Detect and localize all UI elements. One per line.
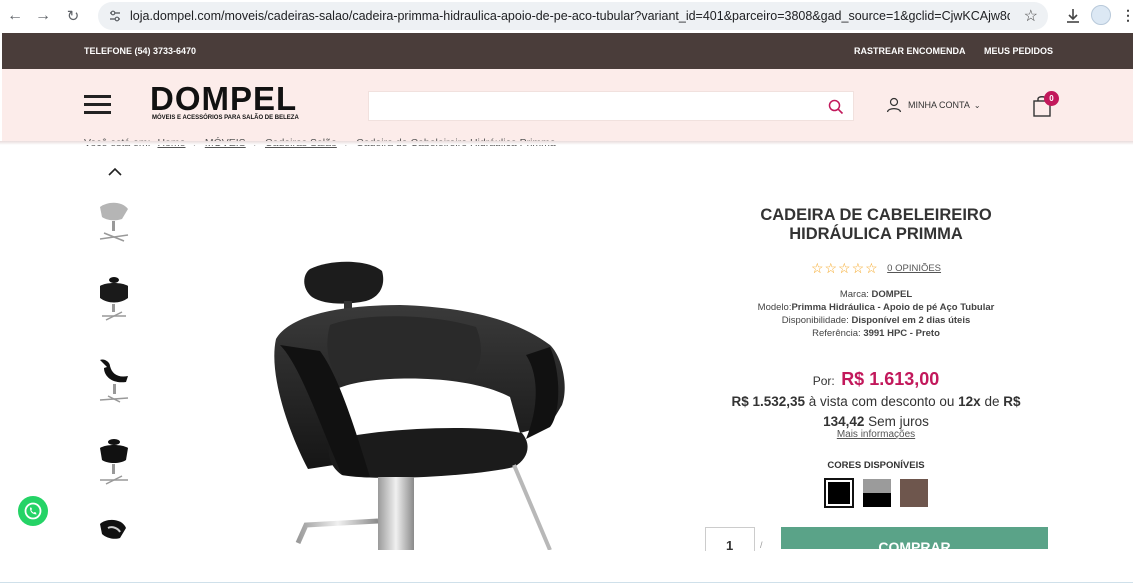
page-bottom-divider <box>0 582 1133 583</box>
logo-text: DOMPEL <box>150 80 298 117</box>
installments-of: de <box>984 394 1000 409</box>
thumbnail-up-arrow-icon[interactable] <box>107 165 123 177</box>
brand-label: Marca: <box>839 289 869 300</box>
color-swatch-black[interactable] <box>824 478 854 508</box>
thumbnail-4[interactable] <box>86 436 142 492</box>
colors-title: CORES DISPONÍVEIS <box>827 460 925 471</box>
color-swatch-gray-black[interactable] <box>863 479 891 507</box>
back-icon[interactable]: ← <box>4 5 26 27</box>
installments-count: 12x <box>958 394 981 409</box>
account-label: MINHA CONTA <box>908 100 970 110</box>
reload-icon[interactable]: ↻ <box>62 5 84 27</box>
reference-value: 3991 HPC - Preto <box>863 328 940 339</box>
product-main-image[interactable] <box>250 255 590 550</box>
installments-text: R$ 1.532,35 à vista com desconto ou 12x … <box>714 392 1038 432</box>
quantity-input[interactable]: 1 <box>705 527 755 551</box>
availability-label: Disponibilidade: <box>781 315 849 326</box>
browser-menu-icon[interactable]: ⋮ <box>1121 5 1133 25</box>
buy-button-label: COMPRAR <box>878 539 951 549</box>
top-info-bar: TELEFONE (54) 3733-6470 RASTREAR ENCOMEN… <box>2 33 1133 69</box>
star-rating-icon[interactable]: ☆☆☆☆☆ <box>811 260 879 276</box>
thumbnail-3[interactable] <box>86 354 142 410</box>
browser-toolbar: ← → ↻ loja.dompel.com/moveis/cadeiras-sa… <box>0 0 1133 33</box>
thumbnail-1[interactable] <box>86 193 142 249</box>
address-bar[interactable]: loja.dompel.com/moveis/cadeiras-salao/ca… <box>98 2 1048 30</box>
availability-value: Disponível em 2 dias úteis <box>851 315 971 326</box>
hamburger-menu-icon[interactable] <box>84 95 111 115</box>
bookmark-star-icon[interactable]: ☆ <box>1024 6 1038 26</box>
user-icon <box>886 97 902 113</box>
chevron-down-icon: ⌄ <box>973 100 981 110</box>
cart-count-badge: 0 <box>1044 91 1059 106</box>
logo-tagline: MÓVEIS E ACESSÓRIOS PARA SALÃO DE BELEZA <box>152 115 299 121</box>
reference-label: Referência: <box>812 328 861 339</box>
more-info-link[interactable]: Mais informações <box>700 429 1052 440</box>
model-line: Modelo:Primma Hidráulica - Apoio de pé A… <box>700 302 1052 313</box>
thumbnail-5[interactable] <box>86 514 142 548</box>
url-text: loja.dompel.com/moveis/cadeiras-salao/ca… <box>130 9 1010 23</box>
quantity-value: 1 <box>726 538 734 551</box>
thumbnail-2[interactable] <box>86 272 142 328</box>
forward-icon[interactable]: → <box>32 5 54 27</box>
price-prefix: Por: <box>812 374 835 388</box>
installment-suffix: Sem juros <box>868 414 929 429</box>
account-menu[interactable]: MINHA CONTA ⌄ <box>886 95 981 115</box>
reviews-link[interactable]: 0 OPINIÕES <box>887 263 941 274</box>
buy-button[interactable]: COMPRAR <box>781 527 1048 549</box>
whatsapp-button[interactable] <box>18 496 48 526</box>
reference-line: Referência: 3991 HPC - Preto <box>700 328 1052 339</box>
my-orders-link[interactable]: MEUS PEDIDOS <box>984 46 1053 56</box>
phone-text: TELEFONE (54) 3733-6470 <box>84 46 197 56</box>
price-value: R$ 1.613,00 <box>841 369 940 389</box>
site-header: DOMPEL MÓVEIS E ACESSÓRIOS PARA SALÃO DE… <box>2 69 1133 141</box>
brand-line: Marca: DOMPEL <box>700 289 1052 300</box>
quantity-separator: / <box>760 540 763 550</box>
header-shadow <box>0 141 1133 145</box>
site-info-icon[interactable] <box>108 9 122 23</box>
brand-value: DOMPEL <box>871 289 913 300</box>
search-bar <box>368 91 854 121</box>
product-title: CADEIRA DE CABELEIREIRO HIDRÁULICA PRIMM… <box>760 206 992 243</box>
site-logo[interactable]: DOMPEL MÓVEIS E ACESSÓRIOS PARA SALÃO DE… <box>150 80 320 127</box>
discount-price: R$ 1.532,35 <box>731 394 806 409</box>
profile-avatar-icon[interactable] <box>1091 5 1111 25</box>
model-value: Primma Hidráulica - Apoio de pé Aço Tubu… <box>791 302 995 313</box>
color-swatch-brown[interactable] <box>900 479 928 507</box>
cart-button[interactable]: 0 <box>1032 91 1062 121</box>
availability-line: Disponibilidade: Disponível em 2 dias út… <box>700 315 1052 326</box>
download-icon[interactable] <box>1064 7 1082 25</box>
discount-text: à vista com desconto ou <box>808 394 955 409</box>
price-row: Por: R$ 1.613,00 <box>700 369 1052 390</box>
whatsapp-icon <box>23 501 43 521</box>
search-icon[interactable] <box>828 99 844 115</box>
model-label: Modelo: <box>757 302 792 313</box>
track-order-link[interactable]: RASTREAR ENCOMENDA <box>854 46 966 56</box>
search-input[interactable] <box>369 92 809 120</box>
rating-row: ☆☆☆☆☆ 0 OPINIÕES <box>700 260 1052 278</box>
